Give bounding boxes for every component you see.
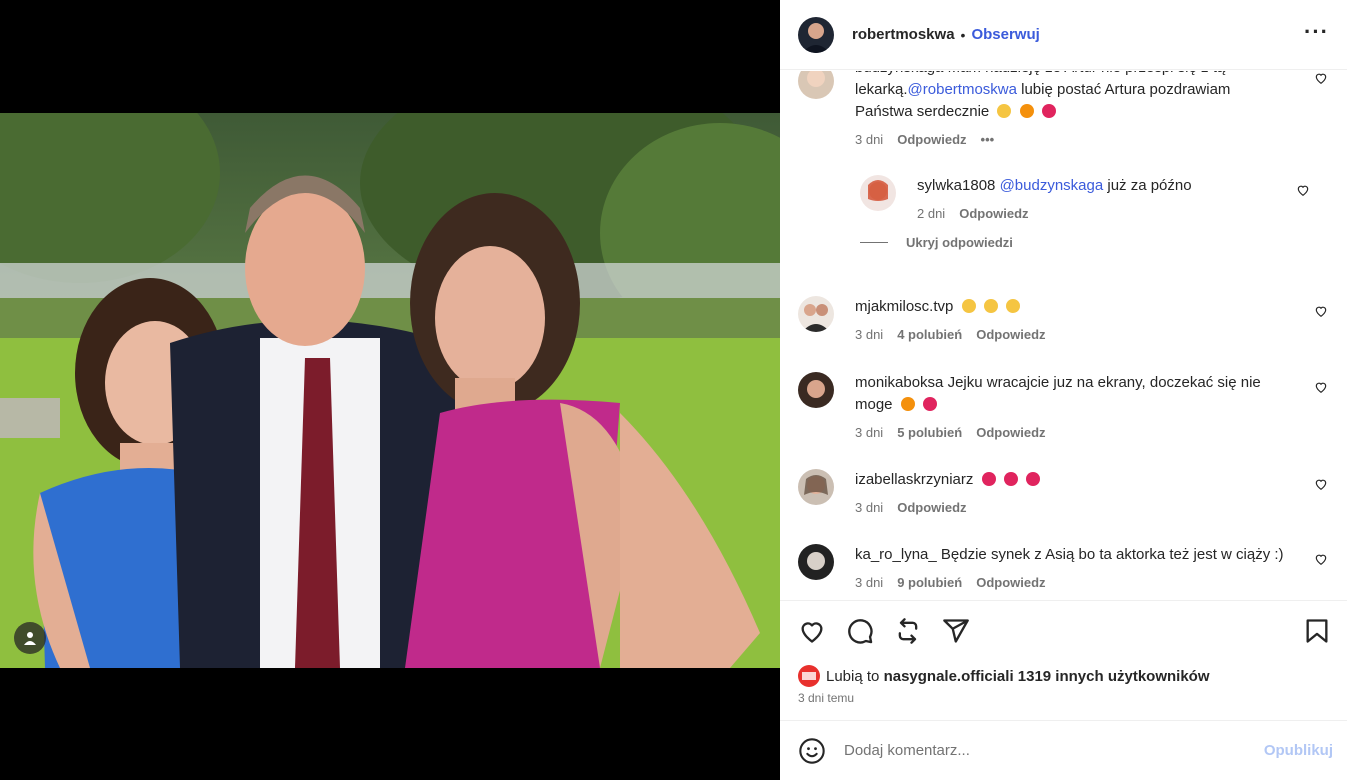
comment-time[interactable]: 3 dni (855, 422, 883, 444)
comment-meta: 3 dni Odpowiedz (855, 497, 1285, 519)
heart-hands-emoji-icon (961, 299, 976, 313)
comment-meta: 3 dni 4 polubień Odpowiedz (855, 324, 1285, 346)
more-options-icon[interactable]: ··· (1304, 21, 1329, 43)
comment-time[interactable]: 3 dni (855, 497, 883, 519)
hide-replies-button[interactable]: Ukryj odpowiedzi (860, 235, 1013, 250)
heart-eyes-emoji-icon (1041, 104, 1056, 118)
separator-dot: • (960, 26, 966, 43)
post-timestamp[interactable]: 3 dni temu (798, 691, 854, 705)
comment-text: Będzie synek z Asią bo ta aktorka też je… (940, 546, 1284, 563)
heart-emoji-icon (1025, 472, 1040, 486)
comment-more-button[interactable]: ••• (981, 129, 995, 151)
commenter-avatar[interactable] (860, 175, 896, 211)
photo-illustration (0, 113, 780, 668)
comment-username[interactable]: sylwka1808 (917, 177, 995, 194)
comment-like-heart-icon[interactable] (1314, 477, 1328, 491)
reply-body: sylwka1808 @budzynskaga już za późno 2 d… (917, 175, 1257, 225)
commenter-avatar[interactable] (798, 469, 834, 505)
author-username[interactable]: robertmoskwa (852, 26, 955, 43)
user-tag-button[interactable] (14, 622, 46, 654)
commenter-avatar[interactable] (798, 372, 834, 408)
comment-username[interactable]: budzynskaga (855, 71, 943, 76)
likes-others[interactable]: i 1319 innych użytkowników (1009, 668, 1209, 685)
comment-input[interactable] (844, 742, 1244, 759)
comment-body: budzynskaga Mam nadzieję że Artur nie pr… (855, 71, 1285, 151)
comment-likes-count[interactable]: 9 polubień (897, 572, 962, 594)
liker-username[interactable]: nasygnale.official (884, 668, 1010, 685)
add-comment-bar: Opublikuj (780, 720, 1347, 780)
comment-meta: 2 dni Odpowiedz (917, 203, 1257, 225)
comment-meta: 3 dni 5 polubień Odpowiedz (855, 422, 1285, 444)
clap-emoji-icon (997, 104, 1012, 118)
comment-body: izabellaskrzyniarz 3 dni Odpowiedz (855, 469, 1285, 519)
comment-body: monikaboksa Jejku wracajcie juz na ekran… (855, 372, 1285, 444)
heart-emoji-icon (922, 397, 937, 411)
commenter-avatar[interactable] (798, 71, 834, 99)
comment-username[interactable]: ka_ro_lyna_ (855, 546, 937, 563)
comment-body: ka_ro_lyna_ Będzie synek z Asią bo ta ak… (855, 544, 1285, 594)
post-photo[interactable] (0, 113, 780, 668)
comment-like-heart-icon[interactable] (1314, 552, 1328, 566)
comment-time[interactable]: 2 dni (917, 203, 945, 225)
reply-button[interactable]: Odpowiedz (976, 572, 1045, 594)
instagram-post-modal: robertmoskwa • Obserwuj ··· budzynskaga … (0, 0, 1347, 780)
comment-likes-count[interactable]: 4 polubień (897, 324, 962, 346)
reply-button[interactable]: Odpowiedz (976, 422, 1045, 444)
hide-replies-label: Ukryj odpowiedzi (906, 235, 1013, 250)
reply-button[interactable]: Odpowiedz (959, 203, 1028, 225)
comment-like-heart-icon[interactable] (1314, 380, 1328, 394)
heart-hands-emoji-icon (1005, 299, 1020, 313)
comment-likes-count[interactable]: 5 polubień (897, 422, 962, 444)
publish-button[interactable]: Opublikuj (1264, 742, 1333, 759)
likes-summary[interactable]: Lubią to nasygnale.official i 1319 innyc… (798, 665, 1210, 687)
likes-prefix: Lubią to (826, 667, 880, 685)
fire-emoji-icon (1019, 104, 1034, 118)
comment-like-heart-icon[interactable] (1296, 183, 1310, 197)
commenter-avatar[interactable] (798, 296, 834, 332)
heart-hands-emoji-icon (983, 299, 998, 313)
comment-time[interactable]: 3 dni (855, 572, 883, 594)
commenter-avatar[interactable] (798, 544, 834, 580)
reply-button[interactable]: Odpowiedz (976, 324, 1045, 346)
comment-icon[interactable] (846, 617, 874, 645)
post-side-panel: robertmoskwa • Obserwuj ··· budzynskaga … (780, 0, 1347, 780)
comment-username[interactable]: monikaboksa (855, 374, 943, 391)
post-header: robertmoskwa • Obserwuj ··· (780, 0, 1347, 70)
comment-like-heart-icon[interactable] (1314, 304, 1328, 318)
comment-mention[interactable]: @budzynskaga (1000, 177, 1104, 194)
author-avatar[interactable] (798, 16, 834, 53)
comments-list[interactable]: budzynskaga Mam nadzieję że Artur nie pr… (780, 71, 1347, 600)
heart-emoji-icon (981, 472, 996, 486)
post-actions: Lubią to nasygnale.official i 1319 innyc… (780, 600, 1347, 720)
comment-time[interactable]: 3 dni (855, 324, 883, 346)
share-icon[interactable] (942, 617, 970, 645)
bookmark-icon[interactable] (1303, 617, 1331, 645)
comment-time[interactable]: 3 dni (855, 129, 883, 151)
comment-username[interactable]: izabellaskrzyniarz (855, 471, 973, 488)
comment-username[interactable]: mjakmilosc.tvp (855, 298, 953, 315)
comment-like-heart-icon[interactable] (1314, 71, 1328, 85)
comment-body: mjakmilosc.tvp 3 dni 4 polubień Odpowied… (855, 296, 1285, 346)
divider-line (860, 242, 888, 243)
post-media (0, 0, 780, 780)
action-icons (798, 617, 970, 645)
heart-emoji-icon (1003, 472, 1018, 486)
comment-mention[interactable]: @robertmoskwa (908, 81, 1017, 98)
reply-button[interactable]: Odpowiedz (897, 129, 966, 151)
comment-text: już za późno (1103, 177, 1192, 194)
follow-button[interactable]: Obserwuj (971, 26, 1039, 43)
fire-emoji-icon (900, 397, 915, 411)
liker-avatar (798, 665, 820, 687)
emoji-icon[interactable] (798, 737, 826, 765)
comment-meta: 3 dni Odpowiedz ••• (855, 129, 1285, 151)
comment-meta: 3 dni 9 polubień Odpowiedz (855, 572, 1285, 594)
user-tag-icon (24, 632, 36, 645)
repost-icon[interactable] (894, 617, 922, 645)
heart-icon[interactable] (798, 617, 826, 645)
reply-button[interactable]: Odpowiedz (897, 497, 966, 519)
